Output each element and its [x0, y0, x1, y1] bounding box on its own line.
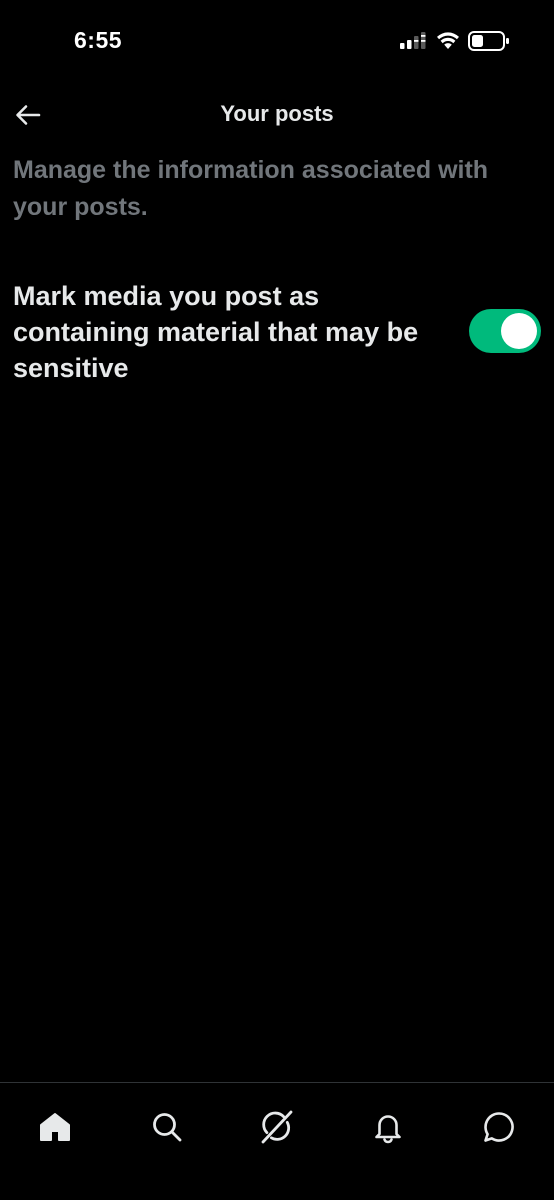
grok-icon	[261, 1110, 293, 1144]
nav-home[interactable]	[27, 1099, 83, 1155]
sensitive-media-toggle[interactable]	[469, 309, 541, 353]
setting-row-sensitive-media[interactable]: Mark media you post as containing materi…	[0, 278, 554, 388]
page-title: Your posts	[220, 101, 334, 126]
bottom-nav	[0, 1082, 554, 1200]
search-icon	[153, 1113, 182, 1142]
battery-icon	[468, 31, 509, 51]
bell-icon	[375, 1115, 401, 1144]
wifi-icon	[437, 32, 459, 49]
nav-notifications[interactable]	[360, 1099, 416, 1155]
nav-grok[interactable]	[249, 1099, 305, 1155]
home-icon	[40, 1113, 70, 1141]
chat-icon	[484, 1112, 514, 1142]
status-bar: 6:55	[0, 0, 554, 84]
page-description: Manage the information associated with y…	[13, 156, 489, 221]
nav-search[interactable]	[139, 1099, 195, 1155]
signal-icon	[400, 32, 426, 49]
status-icons	[396, 30, 516, 54]
toggle-knob	[501, 313, 537, 349]
setting-label-sensitive-media: Mark media you post as containing materi…	[13, 281, 419, 383]
nav-messages[interactable]	[471, 1099, 527, 1155]
header: Your posts	[0, 84, 554, 146]
status-time: 6:55	[74, 27, 123, 53]
